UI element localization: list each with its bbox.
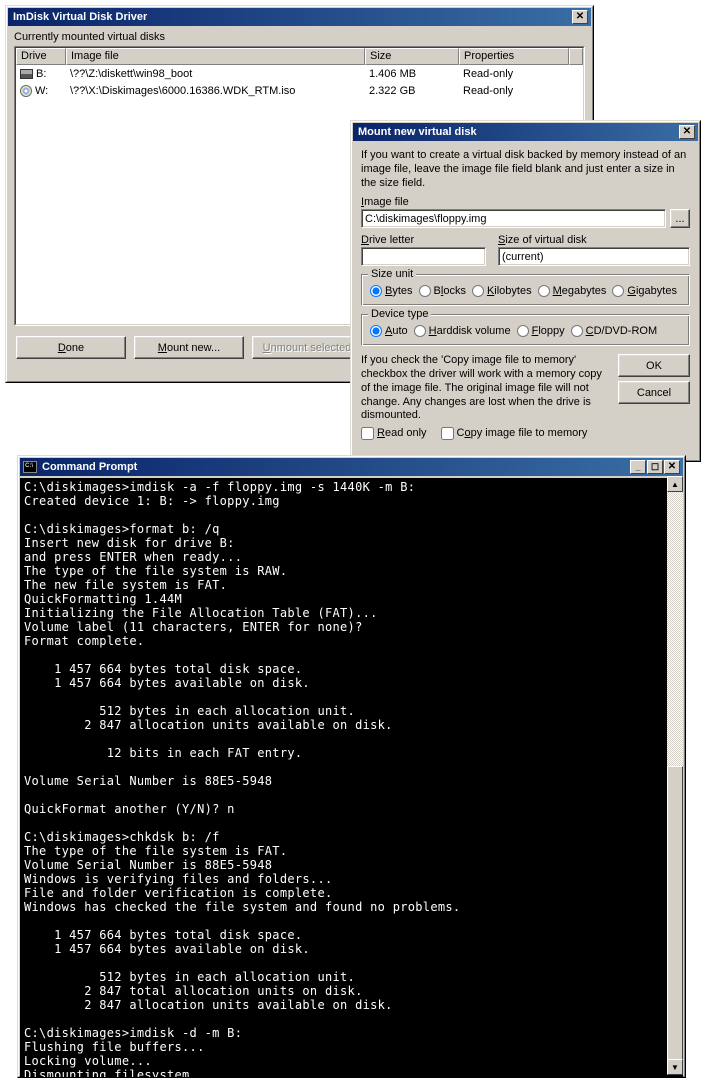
mount-dialog: Mount new virtual disk ✕ If you want to … xyxy=(350,120,701,462)
radio-cddvd[interactable]: CD/DVD-ROM xyxy=(571,325,658,337)
col-image[interactable]: Image file xyxy=(66,48,365,65)
cmd-titlebar[interactable]: Command Prompt _ ☐ ✕ xyxy=(20,458,683,476)
minimize-icon[interactable]: _ xyxy=(630,460,646,474)
cmd-icon xyxy=(23,461,37,473)
radio-megabytes[interactable]: Megabytes xyxy=(538,285,607,297)
scroll-up-icon[interactable]: ▲ xyxy=(667,476,683,492)
cmd-output[interactable]: C:\diskimages>imdisk -a -f floppy.img -s… xyxy=(20,478,683,1077)
device-type-group: Device type Auto Harddisk volume Floppy … xyxy=(361,314,690,346)
main-titlebar[interactable]: ImDisk Virtual Disk Driver ✕ xyxy=(8,8,591,26)
scroll-thumb[interactable] xyxy=(667,766,683,1062)
image-file-label: Image file xyxy=(361,196,690,208)
ok-button[interactable]: OK xyxy=(618,354,690,377)
drive-letter-label: Drive letter xyxy=(361,234,486,246)
cmd-title: Command Prompt xyxy=(40,461,137,473)
col-props[interactable]: Properties xyxy=(459,48,569,65)
browse-button[interactable]: ... xyxy=(670,209,690,228)
cancel-button[interactable]: Cancel xyxy=(618,381,690,404)
close-icon[interactable]: ✕ xyxy=(679,125,695,139)
mount-title: Mount new virtual disk xyxy=(356,126,477,138)
cmd-scrollbar[interactable]: ▲ ▼ xyxy=(667,476,683,1075)
mount-new-button[interactable]: Mount new... xyxy=(134,336,244,359)
readonly-checkbox[interactable]: Read only xyxy=(361,427,427,441)
main-title: ImDisk Virtual Disk Driver xyxy=(11,11,147,23)
main-subtitle: Currently mounted virtual disks xyxy=(6,28,593,46)
radio-gigabytes[interactable]: Gigabytes xyxy=(612,285,677,297)
radio-floppy[interactable]: Floppy xyxy=(517,325,565,337)
size-input[interactable] xyxy=(498,247,690,266)
maximize-icon[interactable]: ☐ xyxy=(647,460,663,474)
table-row[interactable]: W: \??\X:\Diskimages\6000.16386.WDK_RTM.… xyxy=(16,82,583,99)
radio-auto[interactable]: Auto xyxy=(370,325,408,337)
done-button[interactable]: Done xyxy=(16,336,126,359)
col-size[interactable]: Size xyxy=(365,48,459,65)
table-row[interactable]: B: \??\Z:\diskett\win98_boot 1.406 MB Re… xyxy=(16,65,583,82)
list-header: Drive Image file Size Properties xyxy=(16,48,583,65)
scroll-down-icon[interactable]: ▼ xyxy=(667,1059,683,1075)
mount-intro: If you want to create a virtual disk bac… xyxy=(361,149,690,190)
drive-letter-input[interactable] xyxy=(361,247,486,266)
close-icon[interactable]: ✕ xyxy=(572,10,588,24)
copy-note: If you check the 'Copy image file to mem… xyxy=(361,354,610,423)
close-icon[interactable]: ✕ xyxy=(664,460,680,474)
col-drive[interactable]: Drive xyxy=(16,48,66,65)
mount-titlebar[interactable]: Mount new virtual disk ✕ xyxy=(353,123,698,141)
command-prompt-window: Command Prompt _ ☐ ✕ C:\diskimages>imdis… xyxy=(17,455,686,1078)
cd-icon xyxy=(20,85,32,97)
size-label: Size of virtual disk xyxy=(498,234,690,246)
image-file-input[interactable] xyxy=(361,209,666,228)
radio-kilobytes[interactable]: Kilobytes xyxy=(472,285,532,297)
copymem-checkbox[interactable]: Copy image file to memory xyxy=(441,427,588,441)
floppy-icon xyxy=(20,69,33,79)
radio-blocks[interactable]: Blocks xyxy=(419,285,466,297)
size-unit-group: Size unit Bytes Blocks Kilobytes Megabyt… xyxy=(361,274,690,306)
radio-bytes[interactable]: Bytes xyxy=(370,285,413,297)
unmount-button: Unmount selected xyxy=(252,336,362,359)
radio-harddisk[interactable]: Harddisk volume xyxy=(414,325,511,337)
